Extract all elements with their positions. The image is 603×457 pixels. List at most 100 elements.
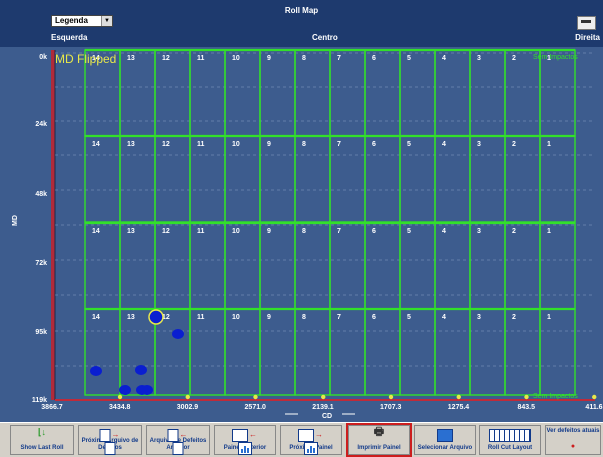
lane-number: 1 xyxy=(547,314,551,321)
panel-cell xyxy=(469,308,506,396)
y-tick-label: 119k xyxy=(32,397,47,404)
panel-cell xyxy=(399,49,436,137)
x-tick-label: 1275.4 xyxy=(448,404,470,411)
grid-layout-icon xyxy=(489,429,531,442)
lane-number: 14 xyxy=(92,314,100,321)
selected-defect-marker[interactable] xyxy=(148,309,164,325)
panel-cell xyxy=(329,49,366,137)
defect-dot-icon: ● xyxy=(570,443,576,450)
panel-cell xyxy=(539,222,576,310)
panel-cell xyxy=(119,222,156,310)
panel-cell xyxy=(259,308,296,396)
roll-map-chart[interactable]: 14 13 12 11 10 9 8 7 6 5 4 3 2 114 13 12 11 10 9 8 7 6 5 4 3 2 114… xyxy=(0,0,603,422)
x-tick-marker xyxy=(321,394,326,400)
lane-number: 9 xyxy=(267,141,271,148)
lane-number: 9 xyxy=(267,55,271,62)
y-tick-label: 72k xyxy=(35,260,47,267)
lane-number: 3 xyxy=(477,141,481,148)
lane-number: 13 xyxy=(127,55,135,62)
lane-number: 8 xyxy=(302,228,306,235)
panel-cell xyxy=(329,222,366,310)
lane-number: 12 xyxy=(162,55,170,62)
lane-number: 7 xyxy=(337,55,341,62)
x-tick-marker xyxy=(456,394,461,400)
prev-panel-button[interactable]: ← Painel Anterior xyxy=(214,425,276,455)
top-right-label: Sem Impactos xyxy=(533,54,578,61)
lane-number: 4 xyxy=(442,314,446,321)
y-axis-label: MD xyxy=(12,215,19,226)
lane-number: 11 xyxy=(197,141,205,148)
defect-marker[interactable] xyxy=(119,385,131,395)
prev-defect-file-button[interactable]: ← Arquivo de Defeitos Anterior xyxy=(146,425,210,455)
bottom-toolbar: ⌊↓ Show Last Roll → Próximo Arquivo de D… xyxy=(0,422,603,457)
panel-cell xyxy=(294,49,331,137)
lane-number: 6 xyxy=(372,228,376,235)
lane-number: 12 xyxy=(162,228,170,235)
panel-cell xyxy=(84,308,121,396)
lane-number: 12 xyxy=(162,141,170,148)
panel-cell xyxy=(189,135,226,223)
x-tick-marker xyxy=(388,394,394,400)
print-panel-label: Imprimir Painel xyxy=(357,445,401,451)
lane-labels: 14 13 12 11 10 9 8 7 6 5 4 3 2 114 13 12 11 10 9 8 7 6 5 4 3 2 114… xyxy=(92,55,551,321)
panel-cell xyxy=(259,135,296,223)
select-file-button[interactable]: Selecionar Arquivo xyxy=(414,425,476,455)
y-ticks: 0k 24k 48k 72k 95k 119k xyxy=(32,54,47,404)
defect-marker[interactable] xyxy=(172,329,184,339)
next-panel-button[interactable]: → Próximo Painel xyxy=(280,425,342,455)
panel-cell xyxy=(539,308,576,396)
panel-cell xyxy=(224,308,261,396)
panel-cell xyxy=(224,135,261,223)
lane-number: 4 xyxy=(442,55,446,62)
view-current-defects-button[interactable]: Ver defeitos atuais ● xyxy=(545,425,601,455)
y-tick-label: 0k xyxy=(39,54,47,61)
panel-cell xyxy=(224,49,261,137)
x-tick-label: 2571.0 xyxy=(245,404,267,411)
lane-number: 10 xyxy=(232,314,240,321)
lane-number: 3 xyxy=(477,55,481,62)
panel-cell xyxy=(119,308,156,396)
lane-number: 1 xyxy=(547,141,551,148)
panel-cell xyxy=(539,135,576,223)
show-last-roll-button[interactable]: ⌊↓ Show Last Roll xyxy=(10,425,74,455)
lane-number: 2 xyxy=(512,141,516,148)
panel-cell xyxy=(329,308,366,396)
lane-number: 6 xyxy=(372,314,376,321)
panel-cell xyxy=(469,222,506,310)
lane-number: 7 xyxy=(337,228,341,235)
panel-cell xyxy=(504,222,541,310)
lane-number: 11 xyxy=(197,228,205,235)
next-defect-file-button[interactable]: → Próximo Arquivo de Defeitos xyxy=(78,425,142,455)
panel-cell xyxy=(469,49,506,137)
lane-number: 10 xyxy=(232,55,240,62)
lane-number: 1 xyxy=(547,228,551,235)
x-ticks: 3866.7 3434.8 3002.9 2571.0 2139.1 1707.3 1275… xyxy=(41,394,603,411)
defect-marker[interactable] xyxy=(135,365,147,375)
y-tick-label: 48k xyxy=(35,191,47,198)
lane-number: 2 xyxy=(512,228,516,235)
panel-cell xyxy=(84,222,121,310)
x-tick-marker xyxy=(592,394,597,400)
lane-number: 10 xyxy=(232,228,240,235)
panel-cell xyxy=(294,222,331,310)
lane-number: 9 xyxy=(267,314,271,321)
panel-cell xyxy=(119,49,156,137)
panel-cell xyxy=(224,222,261,310)
defect-marker[interactable] xyxy=(141,385,153,395)
x-tick-label: 843.5 xyxy=(517,404,535,411)
defect-marker[interactable] xyxy=(90,366,102,376)
roll-cut-layout-button[interactable]: Roll Cut Layout xyxy=(479,425,541,455)
lane-number: 13 xyxy=(127,228,135,235)
print-panel-button[interactable]: 🖶 Imprimir Painel xyxy=(346,423,412,457)
panel-cell xyxy=(364,222,401,310)
lane-number: 8 xyxy=(302,314,306,321)
lane-number: 6 xyxy=(372,55,376,62)
panel-cell xyxy=(399,222,436,310)
x-axis-label: CD xyxy=(322,413,332,420)
lane-number: 11 xyxy=(197,314,205,321)
printer-icon: 🖶 xyxy=(373,426,385,438)
lane-number: 8 xyxy=(302,141,306,148)
panel-cell xyxy=(189,222,226,310)
panel-cell xyxy=(364,308,401,396)
panel-cell xyxy=(434,135,471,223)
